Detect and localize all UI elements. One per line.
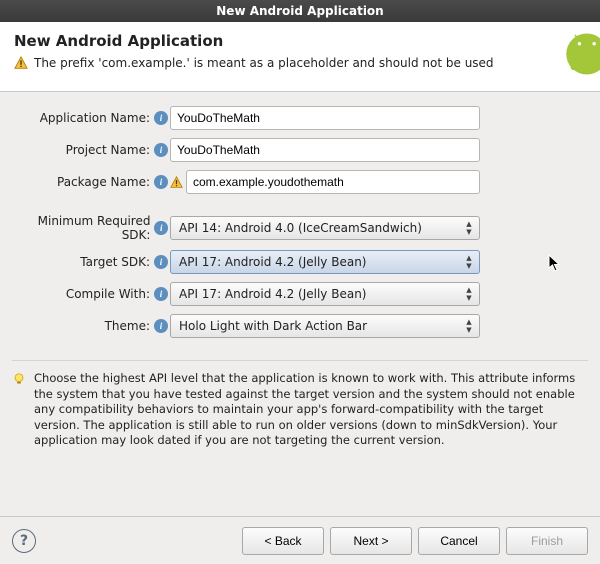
info-icon[interactable]: i	[154, 221, 168, 235]
wizard-footer: ? < Back Next > Cancel Finish	[0, 516, 600, 564]
page-title: New Android Application	[14, 32, 586, 50]
header-warning: The prefix 'com.example.' is meant as a …	[14, 56, 586, 70]
project-name-input[interactable]	[170, 138, 480, 162]
label-theme: Theme: i	[10, 319, 170, 333]
label-app-name: Application Name: i	[10, 111, 170, 125]
row-app-name: Application Name: i	[10, 106, 590, 130]
theme-select[interactable]: Holo Light with Dark Action Bar ▲▼	[170, 314, 480, 338]
finish-button: Finish	[506, 527, 588, 555]
android-logo	[556, 32, 600, 92]
warning-icon	[14, 56, 28, 70]
next-button[interactable]: Next >	[330, 527, 412, 555]
label-min-sdk: Minimum Required SDK: i	[10, 214, 170, 242]
info-icon[interactable]: i	[154, 175, 168, 189]
row-theme: Theme: i Holo Light with Dark Action Bar…	[10, 314, 590, 338]
row-compile: Compile With: i API 17: Android 4.2 (Jel…	[10, 282, 590, 306]
label-compile: Compile With: i	[10, 287, 170, 301]
window-title: New Android Application	[216, 4, 383, 18]
chevron-updown-icon: ▲▼	[463, 255, 475, 270]
chevron-updown-icon: ▲▼	[463, 221, 475, 236]
lightbulb-icon	[12, 372, 26, 386]
info-icon[interactable]: i	[154, 255, 168, 269]
hint-text: Choose the highest API level that the ap…	[34, 371, 588, 449]
label-project-name: Project Name: i	[10, 143, 170, 157]
back-button[interactable]: < Back	[242, 527, 324, 555]
window-titlebar: New Android Application	[0, 0, 600, 22]
cancel-button[interactable]: Cancel	[418, 527, 500, 555]
target-sdk-select[interactable]: API 17: Android 4.2 (Jelly Bean) ▲▼	[170, 250, 480, 274]
label-package-name: Package Name: i	[10, 175, 170, 189]
info-icon[interactable]: i	[154, 287, 168, 301]
app-name-input[interactable]	[170, 106, 480, 130]
row-target-sdk: Target SDK: i API 17: Android 4.2 (Jelly…	[10, 250, 590, 274]
info-icon[interactable]: i	[154, 111, 168, 125]
package-name-input[interactable]	[186, 170, 480, 194]
hint-box: Choose the highest API level that the ap…	[12, 360, 588, 449]
warning-icon	[170, 176, 183, 189]
row-min-sdk: Minimum Required SDK: i API 14: Android …	[10, 214, 590, 242]
wizard-header: New Android Application The prefix 'com.…	[0, 22, 600, 92]
info-icon[interactable]: i	[154, 319, 168, 333]
row-package-name: Package Name: i	[10, 170, 590, 194]
info-icon[interactable]: i	[154, 143, 168, 157]
min-sdk-select[interactable]: API 14: Android 4.0 (IceCreamSandwich) ▲…	[170, 216, 480, 240]
label-target-sdk: Target SDK: i	[10, 255, 170, 269]
header-warning-text: The prefix 'com.example.' is meant as a …	[34, 56, 494, 70]
chevron-updown-icon: ▲▼	[463, 319, 475, 334]
chevron-updown-icon: ▲▼	[463, 287, 475, 302]
form-area: Application Name: i Project Name: i Pack…	[0, 92, 600, 350]
help-button[interactable]: ?	[12, 529, 36, 553]
row-project-name: Project Name: i	[10, 138, 590, 162]
compile-select[interactable]: API 17: Android 4.2 (Jelly Bean) ▲▼	[170, 282, 480, 306]
